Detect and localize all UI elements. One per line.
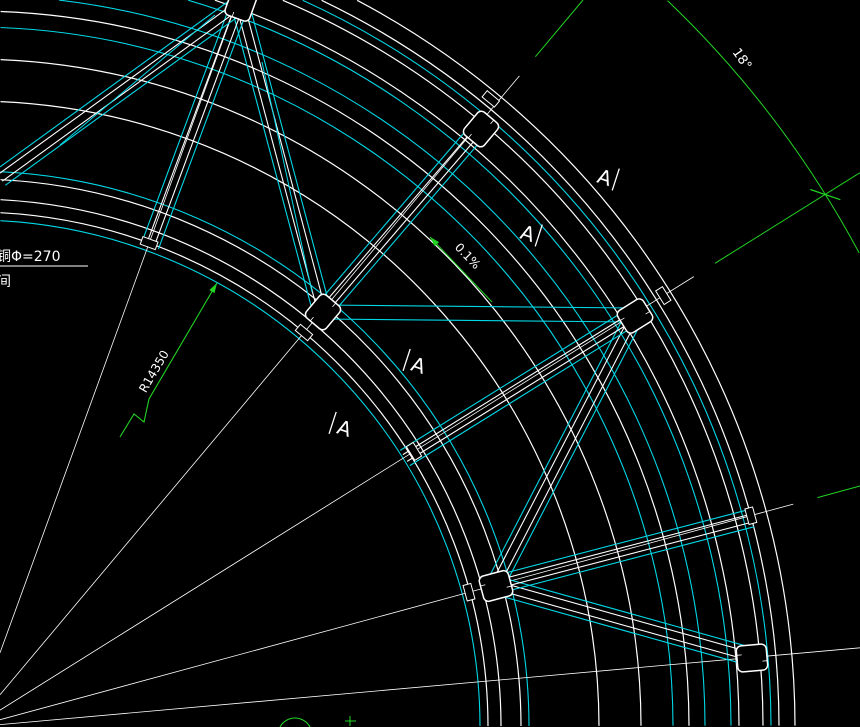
section-mark-bar [402,348,411,372]
section-mark-1: A [594,164,620,191]
ring-edge-arc [188,0,732,726]
ring-arc [0,212,489,727]
ring-crossing-tick [462,582,476,602]
bottom-circle-fragment [279,717,311,727]
diagonal-member [495,580,754,654]
radial-member [324,130,484,315]
diagonal-member [0,0,239,174]
note-line-1: 铜Φ=270 [0,249,60,265]
radial-axis-line [0,276,695,711]
ring-edge-arc [0,26,674,726]
ring-arc [0,10,690,726]
radial-member [406,317,638,462]
slope-label: 0.1% [452,240,483,272]
radial-member [153,5,245,248]
diagonal-member [492,593,750,667]
diagonal-member [486,310,628,582]
section-mark-letter: A [408,352,429,379]
radial-member [402,311,634,456]
ring-edge-arc [0,220,481,727]
tick-outline [462,582,476,602]
slope-label-group: 0.1% [452,240,483,272]
note-line-2: 间 [0,274,11,290]
radial-extension-line [817,485,860,499]
ring-crossing-tick [744,506,758,526]
chord-member [321,318,635,323]
ring-edge-arc [302,0,772,726]
node-outline [735,643,769,673]
ring-crossing-tick [139,235,159,251]
radial-axis-line [0,0,238,653]
radial-member [157,6,249,250]
truss-members [0,0,755,667]
radial-member [328,133,488,319]
secondary-member [261,61,313,293]
diagonal-member [235,4,319,314]
node-outline [462,110,500,148]
diagonal-member [493,588,752,662]
ring-arc [0,199,502,727]
joint-node [735,643,769,673]
section-mark-3: A [402,348,429,379]
ring-edge-arc [0,171,530,727]
radius-dimension-arrowhead [209,283,217,294]
radial-member [399,306,631,451]
section-mark-2: A [517,220,543,247]
radius-label: R14350 [136,348,172,395]
radial-member [409,322,641,467]
cad-drawing: A A A A 0.1% R14350 18° 铜Φ=270 间 [0,0,860,727]
annotations: A A A A 0.1% R14350 18° 铜Φ=270 间 [0,46,754,442]
section-mark-letter: A [594,164,615,191]
section-mark-letter: A [517,220,538,247]
joint-node [478,569,514,603]
diagonal-member [490,312,632,584]
radial-extension-line [535,0,584,58]
chord-member [322,304,636,309]
joint-node [462,110,500,148]
angle-dimension-tick [810,188,841,201]
radial-extension-line [714,172,860,264]
ring-arc [214,0,740,726]
section-mark-bar [328,411,337,435]
tick-outline [744,506,758,526]
ring-arcs [0,0,796,727]
section-mark-letter: A [334,415,355,442]
radial-axis-line [0,503,794,721]
radial-member [145,2,237,245]
radial-axis-line [0,75,520,696]
diagonal-member [1,6,243,182]
angle-dimension-arc [667,0,860,254]
diagonal-member [498,316,640,588]
tick-outline [139,235,159,251]
radius-label-group: R14350 [136,348,172,395]
node-outline [478,569,514,603]
ring-arc [0,179,522,727]
section-mark-4: A [328,411,355,442]
